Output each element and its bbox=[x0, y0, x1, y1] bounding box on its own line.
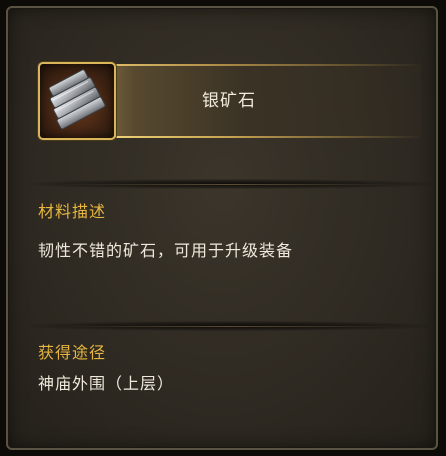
divider-bottom bbox=[30, 321, 430, 331]
item-tooltip-panel: 银矿石 材料描述 韧性不错的矿石，可用于升级装备 获得途径 神庙外围（上层） bbox=[6, 6, 438, 450]
description-text: 韧性不错的矿石，可用于升级装备 bbox=[38, 241, 294, 260]
divider-top bbox=[30, 179, 430, 189]
silver-ore-icon bbox=[48, 69, 106, 130]
title-bar-bottom-border bbox=[103, 136, 421, 138]
title-bar-top-border bbox=[103, 64, 421, 66]
item-name: 银矿石 bbox=[202, 91, 256, 111]
item-slot[interactable] bbox=[38, 62, 116, 140]
description-heading: 材料描述 bbox=[38, 202, 107, 221]
source-heading: 获得途径 bbox=[38, 343, 107, 362]
source-text: 神庙外围（上层） bbox=[38, 374, 175, 393]
